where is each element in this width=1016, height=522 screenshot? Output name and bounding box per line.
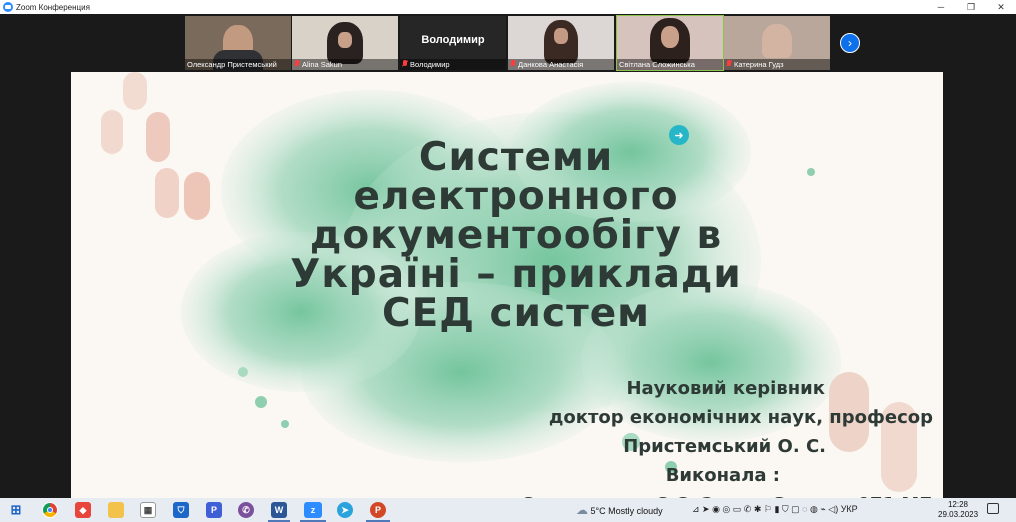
slide-title: Системи електронного документообігу в Ук…	[221, 138, 811, 333]
slide-title-line: Україні – приклади	[290, 252, 742, 297]
muted-mic-icon	[294, 60, 300, 68]
credit-line: Науковий керівник	[626, 378, 825, 399]
word-icon[interactable]: W	[271, 502, 287, 518]
zoom-logo-icon	[3, 2, 13, 12]
language-indicator[interactable]: УКР	[841, 504, 858, 514]
weather-widget[interactable]: ☁ 5°C Mostly cloudy	[576, 503, 663, 517]
store-icon[interactable]: ▦	[140, 502, 156, 518]
participant-display-name: Володимир	[421, 34, 485, 46]
slide-credits: Науковий керівник доктор економічних нау…	[453, 374, 933, 498]
participant-name: Світлана Сложинська	[617, 59, 723, 70]
app-p-icon[interactable]: P	[206, 502, 222, 518]
window-title: Zoom Конференция	[16, 2, 90, 12]
slide-title-line: СЕД систем	[381, 291, 651, 336]
slide-next-arrow-icon[interactable]: ➜	[669, 125, 689, 145]
participant-tile-active-speaker[interactable]: Світлана Сложинська	[616, 15, 724, 71]
viber-icon[interactable]: ✆	[238, 502, 254, 518]
muted-mic-icon	[402, 60, 408, 68]
credit-line: доктор економічних наук, професор	[548, 407, 933, 428]
next-participants-button[interactable]: ›	[840, 33, 860, 53]
participant-tile[interactable]: Олександр Пристемський	[185, 16, 291, 70]
participant-name: Данкова Анастасія	[518, 60, 584, 69]
clock[interactable]: 12:28 29.03.2023	[938, 500, 978, 520]
file-explorer-icon[interactable]	[108, 502, 124, 518]
participant-face	[762, 24, 792, 58]
window-titlebar: Zoom Конференция ─ ❐ ✕	[0, 0, 1016, 14]
clock-date: 29.03.2023	[938, 510, 979, 519]
participant-tile[interactable]: Данкова Анастасія	[508, 16, 614, 70]
credit-line: Виконала :	[665, 465, 780, 486]
system-tray: ⊿ ➤ ◉ ◎ ▭ ✆ ✱ ⚐ ▮ ⛉ ▢ ◌ ◍ ⌁ ◁) УКР	[692, 504, 858, 515]
minimize-button[interactable]: ─	[926, 0, 956, 14]
powerpoint-icon[interactable]: P	[370, 502, 386, 518]
weather-text: 5°C Mostly cloudy	[590, 506, 663, 516]
telegram-icon[interactable]: ➤	[337, 502, 353, 518]
chevron-right-icon: ›	[848, 36, 852, 50]
notification-icon[interactable]	[987, 503, 999, 514]
credit-line: Пристемський О. С.	[623, 436, 826, 457]
participant-name-bar: Alina Sakun	[292, 59, 398, 70]
tray-icons[interactable]: ⊿ ➤ ◉ ◎ ▭ ✆ ✱ ⚐ ▮ ⛉ ▢ ◌ ◍ ⌁ ◁)	[692, 504, 841, 514]
participant-name-bar: Володимир	[400, 59, 506, 70]
participant-name: Alina Sakun	[302, 60, 343, 69]
windows-taskbar: ⊞ ◆ ▦ ⛉ P ✆ W z ➤ P ☁ 5°C Mostly cloudy …	[0, 498, 1016, 522]
windows-start-icon[interactable]: ⊞	[8, 502, 24, 518]
slide-title-line: Системи	[418, 135, 614, 180]
maximize-button[interactable]: ❐	[956, 0, 986, 14]
muted-mic-icon	[510, 60, 516, 68]
participant-name-bar: Катерина Гудз	[724, 59, 830, 70]
slide-title-line: електронного	[353, 174, 679, 219]
participant-name: Олександр Пристемський	[185, 59, 291, 70]
muted-mic-icon	[726, 60, 732, 68]
close-button[interactable]: ✕	[986, 0, 1016, 14]
participant-name-bar: Данкова Анастасія	[508, 59, 614, 70]
participant-tile[interactable]: Володимир Володимир	[400, 16, 506, 70]
participant-tile[interactable]: Катерина Гудз	[724, 16, 830, 70]
chrome-icon[interactable]	[42, 502, 58, 518]
participant-strip: Олександр Пристемський Alina Sakun Волод…	[0, 14, 1016, 72]
participant-name: Володимир	[410, 60, 450, 69]
slide-title-line: документообігу в	[309, 213, 723, 258]
participant-tile[interactable]: Alina Sakun	[292, 16, 398, 70]
clock-time: 12:28	[947, 500, 969, 509]
zoom-taskbar-icon[interactable]: z	[304, 502, 322, 518]
participant-face	[661, 26, 679, 48]
shield-icon[interactable]: ⛉	[173, 502, 189, 518]
shared-screen-slide: Системи електронного документообігу в Ук…	[71, 72, 943, 498]
credit-line: Сложинська С.С. 2 курс 3 група 071 МБ	[453, 490, 933, 498]
cloud-icon: ☁	[576, 503, 588, 517]
participant-name: Катерина Гудз	[734, 60, 784, 69]
anydesk-icon[interactable]: ◆	[75, 502, 91, 518]
